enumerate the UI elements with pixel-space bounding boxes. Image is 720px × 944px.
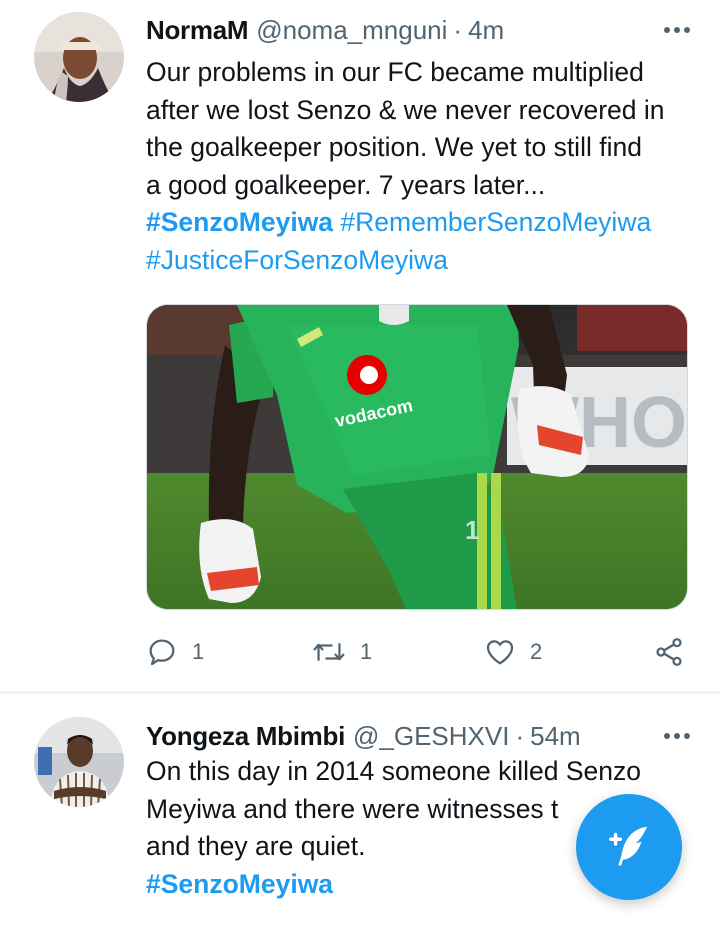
- shorts-number: 1: [465, 515, 479, 545]
- more-horizontal-icon[interactable]: [664, 15, 690, 45]
- retweet-button[interactable]: 1: [312, 632, 372, 672]
- tweet-header: NormaM @noma_mnguni · 4m: [146, 12, 504, 48]
- more-horizontal-icon[interactable]: [664, 721, 690, 751]
- heart-icon: [484, 636, 516, 668]
- separator-dot: ·: [453, 14, 463, 45]
- compose-tweet-icon: [606, 822, 652, 873]
- tweet-text-line: a good goalkeeper. 7 years later...: [146, 169, 546, 200]
- reply-icon: [146, 636, 178, 668]
- compose-tweet-button[interactable]: [576, 794, 682, 900]
- tweet-text-line: after we lost Senzo & we never recovered…: [146, 94, 665, 125]
- share-button[interactable]: [652, 632, 686, 672]
- tweet-actions: 1 1 2: [146, 632, 692, 672]
- retweet-icon: [312, 636, 346, 668]
- tweet-text-line: the goalkeeper position. We yet to still…: [146, 132, 642, 162]
- share-icon: [652, 636, 686, 668]
- timestamp[interactable]: 54m: [530, 721, 581, 752]
- tweet-media-image[interactable]: WHO 1 vodacom: [146, 304, 688, 610]
- reply-button[interactable]: 1: [146, 632, 204, 672]
- tweet-text-line: Our problems in our FC became multiplied: [146, 57, 644, 87]
- hashtag-link[interactable]: #SenzoMeyiwa: [146, 869, 333, 899]
- reply-count: 1: [192, 639, 205, 664]
- display-name[interactable]: NormaM: [146, 15, 249, 46]
- timestamp[interactable]: 4m: [468, 15, 504, 46]
- hashtag-link[interactable]: #JusticeForSenzoMeyiwa: [146, 245, 448, 275]
- user-handle[interactable]: @_GESHXVI: [353, 721, 509, 752]
- tweet-text: Our problems in our FC became multiplied…: [146, 54, 696, 279]
- retweet-count: 1: [360, 639, 373, 664]
- avatar[interactable]: [34, 717, 124, 807]
- avatar[interactable]: [34, 12, 124, 102]
- separator-dot: ·: [515, 720, 525, 751]
- hashtag-link[interactable]: #RememberSenzoMeyiwa: [340, 207, 651, 237]
- tweet-text-line: On this day in 2014 someone killed Senzo: [146, 756, 641, 786]
- like-count: 2: [530, 639, 543, 664]
- like-button[interactable]: 2: [484, 632, 542, 672]
- tweet[interactable]: NormaM @noma_mnguni · 4m Our problems in…: [0, 0, 720, 692]
- tweet-header: Yongeza Mbimbi @_GESHXVI · 54m: [146, 718, 581, 754]
- user-handle[interactable]: @noma_mnguni: [256, 15, 447, 46]
- hashtag-link[interactable]: #SenzoMeyiwa: [146, 207, 333, 237]
- display-name[interactable]: Yongeza Mbimbi: [146, 721, 345, 752]
